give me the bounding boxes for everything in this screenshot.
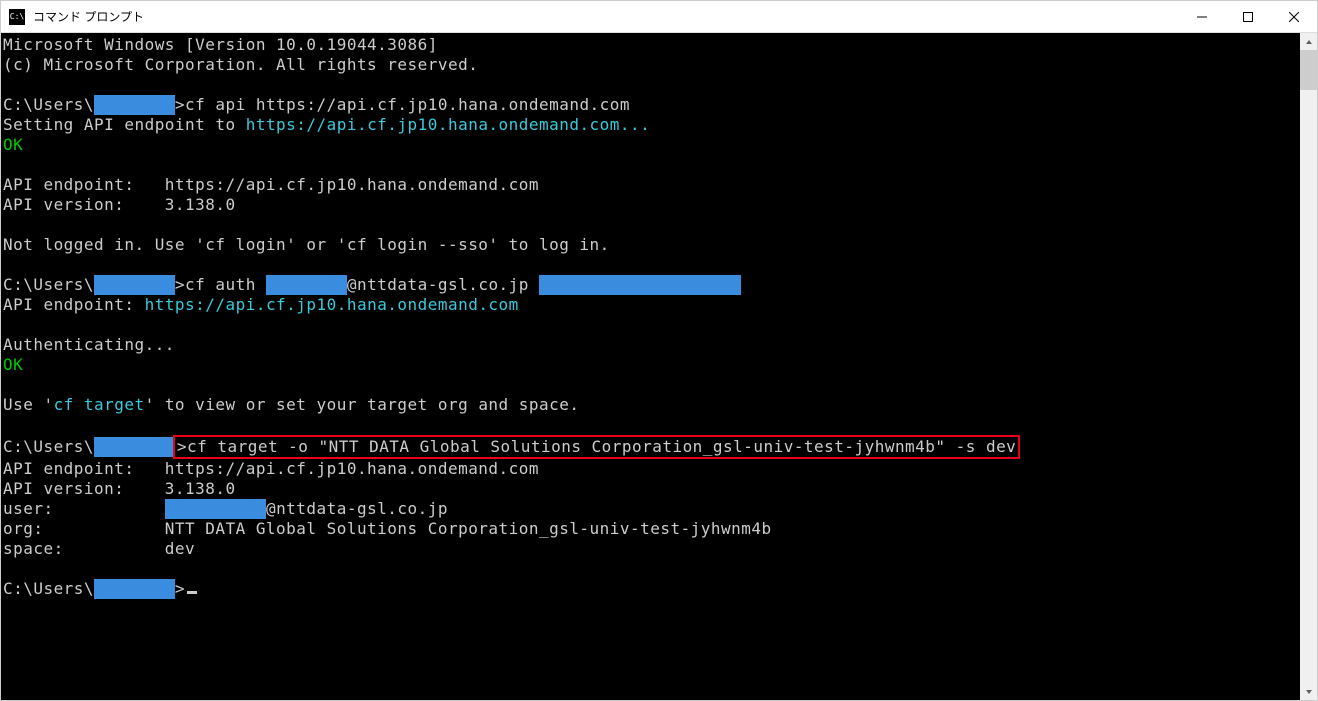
status-ok-1: OK (3, 135, 23, 154)
line-api-version-1: API version: 3.138.0 (3, 195, 236, 214)
cmd-window: C:\ コマンド プロンプト Microsoft Windows [Versio… (0, 0, 1318, 701)
line-use-cf-target: Use 'cf target' to view or set your targ… (3, 395, 579, 414)
line-org: org: NTT DATA Global Solutions Corporati… (3, 519, 772, 538)
maximize-icon (1243, 12, 1253, 22)
cmd-app-icon: C:\ (9, 9, 25, 25)
line-user: user: @nttdata-gsl.co.jp (3, 499, 448, 518)
scroll-thumb[interactable] (1300, 50, 1317, 90)
redacted-email-local (165, 499, 266, 519)
vertical-scrollbar[interactable] (1300, 33, 1317, 700)
window-title: コマンド プロンプト (33, 8, 1179, 25)
prompt-2: C:\Users\ >cf auth @nttdata-gsl.co.jp (3, 275, 741, 294)
api-url: https://api.cf.jp10.hana.ondemand.com (145, 295, 519, 314)
titlebar[interactable]: C:\ コマンド プロンプト (1, 1, 1317, 33)
status-ok-2: OK (3, 355, 23, 374)
highlighted-cf-target-cmd: >cf target -o "NTT DATA Global Solutions… (173, 435, 1020, 459)
line-authenticating: Authenticating... (3, 335, 175, 354)
line-version: Microsoft Windows [Version 10.0.19044.30… (3, 35, 438, 54)
close-button[interactable] (1271, 1, 1317, 33)
prompt-4: C:\Users\ > (3, 579, 197, 598)
minimize-icon (1197, 12, 1207, 22)
scroll-up-arrow-icon[interactable] (1300, 33, 1317, 50)
cmd-cf-auth: cf auth (185, 275, 266, 294)
redacted-username (94, 579, 175, 599)
line-api-endpoint-1: API endpoint: https://api.cf.jp10.hana.o… (3, 175, 539, 194)
line-api-version-2: API version: 3.138.0 (3, 479, 236, 498)
window-controls (1179, 1, 1317, 32)
line-api-endpoint-3: API endpoint: https://api.cf.jp10.hana.o… (3, 459, 539, 478)
console-area: Microsoft Windows [Version 10.0.19044.30… (1, 33, 1317, 700)
api-url: https://api.cf.jp10.hana.ondemand.com... (246, 115, 651, 134)
redacted-password (539, 275, 741, 295)
redacted-username (94, 275, 175, 295)
line-setting-endpoint: Setting API endpoint to https://api.cf.j… (3, 115, 650, 134)
line-space: space: dev (3, 539, 195, 558)
line-not-logged-in: Not logged in. Use 'cf login' or 'cf log… (3, 235, 610, 254)
line-api-endpoint-2: API endpoint: https://api.cf.jp10.hana.o… (3, 295, 519, 314)
maximize-button[interactable] (1225, 1, 1271, 33)
redacted-email-local (266, 275, 347, 295)
console-output[interactable]: Microsoft Windows [Version 10.0.19044.30… (1, 33, 1300, 700)
redacted-username (94, 95, 175, 115)
cursor (187, 591, 197, 594)
scroll-down-arrow-icon[interactable] (1300, 683, 1317, 700)
cmd-cf-api: cf api https://api.cf.jp10.hana.ondemand… (185, 95, 630, 114)
prompt-3: C:\Users\ >cf target -o "NTT DATA Global… (3, 437, 1020, 456)
redacted-username (94, 437, 175, 457)
close-icon (1289, 12, 1299, 22)
line-copyright: (c) Microsoft Corporation. All rights re… (3, 55, 478, 74)
minimize-button[interactable] (1179, 1, 1225, 33)
prompt-1: C:\Users\ >cf api https://api.cf.jp10.ha… (3, 95, 630, 114)
